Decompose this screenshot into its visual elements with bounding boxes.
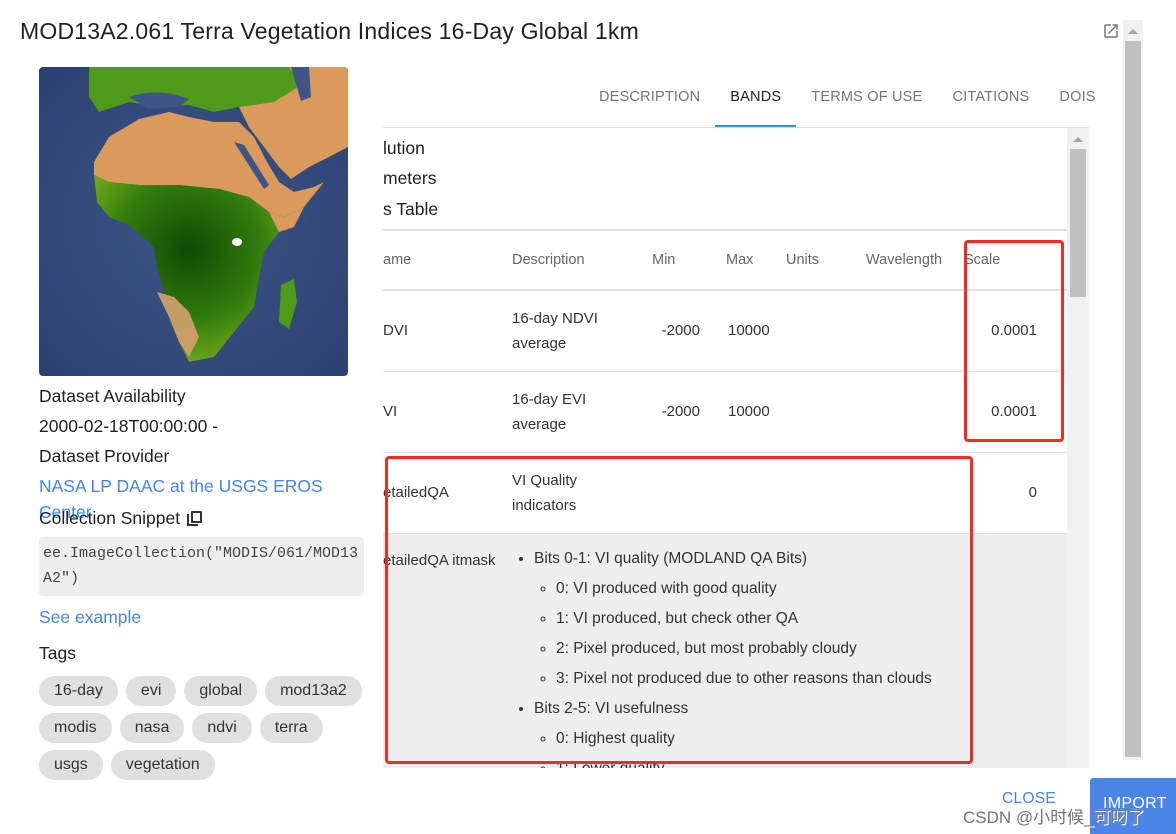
table-header-row: ame Description Min Max Units Wavelength… (383, 229, 1067, 291)
scroll-up-arrow-icon[interactable] (1128, 29, 1138, 34)
header-max: Max (700, 229, 776, 291)
bitmask-description: Bits 0-1: VI quality (MODLAND QA Bits) 0… (512, 533, 1067, 768)
tag-chip[interactable]: global (184, 676, 258, 706)
copy-icon[interactable] (187, 510, 203, 526)
tags-list: 16-day evi global mod13a2 modis nasa ndv… (39, 676, 369, 780)
availability-value: 2000-02-18T00:00:00 - (39, 416, 219, 436)
snippet-header: Collection Snippet (39, 503, 369, 533)
tags-label: Tags (39, 643, 76, 663)
tag-chip[interactable]: evi (125, 676, 177, 706)
resolution-section: lution meters s Table (383, 128, 1067, 223)
provider-label: Dataset Provider (39, 446, 170, 466)
bit-value: 3: Pixel not produced due to other reaso… (556, 664, 1067, 694)
band-units (776, 371, 856, 453)
band-min: -2000 (630, 290, 700, 372)
band-name: etailedQA (383, 452, 512, 534)
header-units: Units (776, 229, 856, 291)
header-min: Min (630, 229, 700, 291)
band-min (630, 452, 700, 534)
band-name: DVI (383, 290, 512, 372)
bit-value: 1: Lower quality (556, 754, 1067, 769)
import-button[interactable]: IMPORT (1090, 778, 1176, 834)
band-wavelength (856, 290, 964, 372)
bit-group: Bits 2-5: VI usefulness 0: Highest quali… (534, 694, 1067, 769)
tag-chip[interactable]: nasa (119, 713, 185, 743)
tab-terms-of-use[interactable]: TERMS OF USE (796, 79, 937, 127)
open-in-new-icon[interactable] (1102, 22, 1120, 40)
band-units (776, 290, 856, 372)
bit-value: 2: Pixel produced, but most probably clo… (556, 634, 1067, 664)
band-wavelength (856, 371, 964, 453)
tab-citations[interactable]: CITATIONS (937, 79, 1044, 127)
dialog-title: MOD13A2.061 Terra Vegetation Indices 16-… (20, 18, 639, 44)
bit-group: Bits 0-1: VI quality (MODLAND QA Bits) 0… (534, 544, 1067, 694)
tag-chip[interactable]: mod13a2 (265, 676, 362, 706)
band-max (700, 452, 776, 534)
band-scale: 0.0001 (964, 290, 1067, 372)
bands-panel: lution meters s Table ame Description Mi… (383, 128, 1067, 768)
tab-dois[interactable]: DOIS (1044, 79, 1110, 127)
bands-scrollbar[interactable] (1067, 128, 1089, 768)
band-units (776, 452, 856, 534)
header-wavelength: Wavelength (856, 229, 964, 291)
tag-chip[interactable]: usgs (39, 750, 103, 780)
band-description: 16-day EVI average (512, 371, 630, 453)
band-min: -2000 (630, 371, 700, 453)
resolution-line: meters (383, 167, 437, 188)
band-name: VI (383, 371, 512, 453)
tab-bands[interactable]: BANDS (715, 79, 797, 127)
tab-bar: DESCRIPTION BANDS TERMS OF USE CITATIONS… (584, 79, 1111, 127)
band-max: 10000 (700, 290, 776, 372)
tag-chip[interactable]: terra (259, 713, 323, 743)
scroll-up-arrow-icon[interactable] (1073, 137, 1083, 142)
tab-description[interactable]: DESCRIPTION (584, 79, 715, 127)
tag-chip[interactable]: 16-day (39, 676, 118, 706)
see-example-link[interactable]: See example (39, 604, 369, 634)
table-row: DVI 16-day NDVI average -2000 10000 0.00… (383, 290, 1067, 372)
snippet-label: Collection Snippet (39, 508, 181, 528)
bitmask-list: Bits 0-1: VI quality (MODLAND QA Bits) 0… (512, 544, 1067, 769)
tag-chip[interactable]: ndvi (192, 713, 252, 743)
provider-link[interactable]: NASA LP DAAC at the USGS EROS Center (39, 473, 369, 522)
availability-label: Dataset Availability (39, 386, 186, 406)
band-description: 16-day NDVI average (512, 290, 630, 372)
scrollbar-thumb[interactable] (1125, 41, 1141, 757)
band-scale: 0 (964, 452, 1067, 534)
bitmask-row: etailedQA itmask Bits 0-1: VI quality (M… (383, 533, 1067, 768)
resolution-line: s Table (383, 199, 439, 219)
dataset-thumbnail (39, 67, 348, 376)
band-scale: 0.0001 (964, 371, 1067, 453)
dialog-scrollbar[interactable] (1123, 20, 1143, 760)
close-button[interactable]: CLOSE (1002, 790, 1056, 808)
scrollbar-thumb[interactable] (1070, 149, 1086, 297)
resolution-line: lution (383, 138, 425, 158)
bit-value: 1: VI produced, but check other QA (556, 604, 1067, 634)
bit-value: 0: Highest quality (556, 724, 1067, 754)
band-max: 10000 (700, 371, 776, 453)
bands-table: ame Description Min Max Units Wavelength… (383, 229, 1067, 768)
header-scale: Scale (964, 229, 1067, 291)
table-row: etailedQA VI Quality indicators 0 (383, 452, 1067, 534)
dataset-info: Dataset Availability 2000-02-18T00:00:00… (39, 383, 369, 780)
bit-value: 0: VI produced with good quality (556, 574, 1067, 604)
tag-chip[interactable]: modis (39, 713, 112, 743)
bitmask-name: etailedQA itmask (383, 533, 512, 768)
band-description: VI Quality indicators (512, 452, 630, 534)
collection-snippet-code[interactable]: ee.ImageCollection("MODIS/061/MOD13A2") (39, 537, 364, 596)
band-wavelength (856, 452, 964, 534)
header-name: ame (383, 229, 512, 291)
table-row: VI 16-day EVI average -2000 10000 0.0001 (383, 371, 1067, 453)
header-description: Description (512, 229, 630, 291)
tag-chip[interactable]: vegetation (110, 750, 215, 780)
